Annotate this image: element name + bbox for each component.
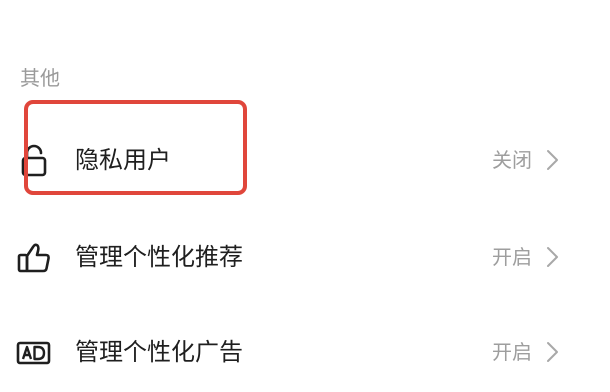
section-title-other: 其他 [20, 66, 60, 90]
setting-status: 关闭 [492, 148, 532, 172]
chevron-right-icon [545, 246, 561, 268]
chevron-right-icon [545, 341, 561, 363]
setting-status: 开启 [492, 340, 532, 364]
setting-row-personalized-recommendations[interactable]: 管理个性化推荐 开启 [0, 227, 610, 287]
setting-row-personalized-ads[interactable]: 管理个性化广告 开启 [0, 322, 610, 382]
chevron-right-icon [545, 149, 561, 171]
setting-row-privacy-user[interactable]: 隐私用户 关闭 [0, 130, 610, 190]
thumbs-up-icon [16, 239, 52, 275]
lock-icon [16, 142, 52, 178]
setting-label: 管理个性化推荐 [75, 243, 243, 271]
setting-status: 开启 [492, 245, 532, 269]
setting-label: 隐私用户 [75, 146, 171, 174]
setting-label: 管理个性化广告 [75, 338, 243, 366]
ad-icon [16, 334, 52, 370]
